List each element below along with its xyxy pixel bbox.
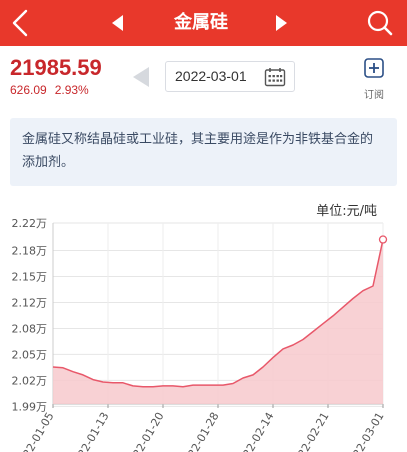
prev-date-icon[interactable] <box>131 66 151 88</box>
x-tick-label: 2022-01-13 <box>68 410 111 452</box>
x-tick-label: 2022-01-28 <box>178 410 221 452</box>
header-bar: 金属硅 <box>0 0 407 46</box>
price-change: 626.09 <box>10 83 47 97</box>
price-chart: 2.22万 2.18万 2.15万 2.12万 2.08万 2.05万 2.02万 1.99万… <box>12 217 388 452</box>
change-row: 626.09 2.93% <box>10 83 102 97</box>
quote-block: 21985.59 626.09 2.93% <box>10 55 102 97</box>
y-tick-label: 1.99万 <box>12 400 48 413</box>
calendar-icon[interactable] <box>264 67 286 87</box>
y-tick-label: 2.02万 <box>12 374 48 387</box>
plus-square-icon <box>364 58 384 78</box>
prev-arrow-icon[interactable] <box>108 13 128 33</box>
description-text: 金属硅又称结晶硅或工业硅，其主要用途是作为非铁基合金的添加剂。 <box>10 118 397 186</box>
x-tick-label: 2022-01-20 <box>123 410 166 452</box>
last-point-marker <box>378 235 388 244</box>
y-tick-label: 2.18万 <box>12 245 48 258</box>
x-tick-label: 2022-03-01 <box>343 410 386 452</box>
price-change-percent: 2.93% <box>54 83 89 97</box>
y-tick-label: 2.12万 <box>12 296 48 309</box>
y-tick-label: 2.05万 <box>12 348 48 361</box>
subscribe-label: 订阅 <box>364 90 384 101</box>
current-price: 21985.59 <box>10 55 102 80</box>
back-icon[interactable] <box>8 9 34 37</box>
next-arrow-icon[interactable] <box>271 13 291 33</box>
search-icon[interactable] <box>365 8 395 38</box>
y-tick-label: 2.08万 <box>12 322 48 335</box>
x-tick-label: 2022-02-14 <box>233 410 276 452</box>
date-value: 2022-03-01 <box>175 68 247 84</box>
y-tick-label: 2.15万 <box>12 271 48 284</box>
subscribe-button[interactable]: 订阅 <box>358 57 390 101</box>
date-picker[interactable]: 2022-03-01 <box>165 61 295 92</box>
y-tick-label: 2.22万 <box>12 217 48 230</box>
x-tick-label: 2022-02-21 <box>288 410 331 452</box>
x-tick-label: 2022-01-05 <box>13 410 56 452</box>
page-title: 金属硅 <box>174 12 228 33</box>
